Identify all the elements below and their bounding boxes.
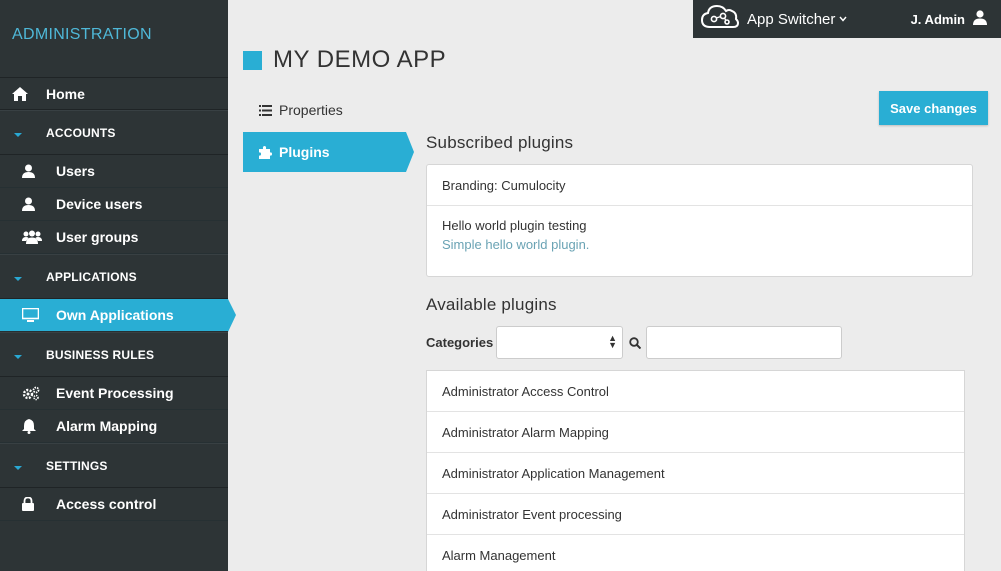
sidebar-brand: ADMINISTRATION: [0, 0, 228, 78]
user-menu[interactable]: J. Admin: [911, 0, 987, 38]
bell-icon: [22, 418, 56, 434]
sidebar-section-label: SETTINGS: [46, 458, 108, 473]
monitor-icon: [12, 308, 56, 322]
categories-select[interactable]: [496, 326, 623, 359]
subscribed-plugins-title: Subscribed plugins: [426, 133, 574, 152]
chevron-down-icon: [14, 459, 46, 473]
cloud-icon: [700, 4, 740, 34]
gears-icon: [22, 386, 56, 401]
topbar: App Switcher J. Admin: [693, 0, 1001, 38]
chevron-down-icon: [14, 270, 46, 284]
sidebar-item-label: User groups: [56, 229, 139, 245]
plugin-name: Branding: Cumulocity: [442, 177, 566, 193]
user-name: J. Admin: [910, 11, 965, 27]
plugin-name: Administrator Application Management: [442, 465, 665, 481]
sidebar-item-label: Home: [46, 85, 85, 102]
plugin-filters: Categories ▲ ▼: [426, 326, 842, 359]
plugin-search-input[interactable]: [646, 326, 842, 359]
list-item[interactable]: Administrator Alarm Mapping: [427, 412, 964, 453]
app-switcher-button[interactable]: App Switcher: [693, 4, 847, 34]
plugin-name: Administrator Access Control: [442, 383, 609, 399]
plugin-name: Administrator Event processing: [442, 506, 622, 522]
plugin-name: Alarm Management: [442, 547, 556, 563]
sidebar-item-label: Own Applications: [56, 307, 174, 323]
sidebar-item-users[interactable]: Users: [0, 155, 228, 188]
sidebar-item-device-users[interactable]: Device users: [0, 188, 228, 221]
sidebar-section-accounts[interactable]: ACCOUNTS: [0, 110, 228, 155]
available-plugins-title: Available plugins: [426, 295, 557, 314]
chevron-down-icon: [839, 16, 847, 22]
user-icon: [22, 197, 56, 211]
app-subnav: Properties Plugins: [243, 90, 414, 172]
plugin-description: Simple hello world plugin.: [442, 237, 590, 252]
sidebar-section-label: ACCOUNTS: [46, 125, 116, 140]
sidebar-item-label: Alarm Mapping: [56, 418, 158, 434]
puzzle-icon: [259, 145, 279, 159]
plugin-name: Administrator Alarm Mapping: [442, 424, 609, 440]
chevron-down-icon: [14, 126, 46, 140]
available-plugins-list: Administrator Access Control Administrat…: [426, 370, 965, 571]
sidebar-section-label: APPLICATIONS: [46, 269, 137, 284]
sidebar-item-event-processing[interactable]: Event Processing: [0, 377, 228, 410]
plugin-name: Hello world plugin testing: [442, 218, 587, 233]
sidebar-section-settings[interactable]: SETTINGS: [0, 443, 228, 488]
list-item[interactable]: Administrator Event processing: [427, 494, 964, 535]
page-title: MY DEMO APP: [243, 46, 446, 74]
page-title-text: MY DEMO APP: [273, 46, 447, 73]
list-icon: [259, 104, 279, 116]
user-icon: [973, 10, 987, 28]
sidebar-item-alarm-mapping[interactable]: Alarm Mapping: [0, 410, 228, 443]
search-icon: [629, 336, 641, 349]
tab-label: Plugins: [279, 144, 330, 160]
title-marker: [243, 50, 262, 70]
list-item[interactable]: Hello world plugin testing Simple hello …: [427, 206, 972, 276]
home-icon: [12, 86, 46, 101]
list-item[interactable]: Branding: Cumulocity: [427, 165, 972, 206]
categories-select-wrapper: ▲ ▼: [496, 326, 623, 359]
subscribed-plugins-list: Branding: Cumulocity Hello world plugin …: [426, 164, 973, 277]
sidebar-section-label: BUSINESS RULES: [46, 347, 155, 362]
list-item[interactable]: Alarm Management: [427, 535, 964, 571]
sidebar-item-label: Users: [56, 163, 95, 179]
list-item[interactable]: Administrator Access Control: [427, 371, 964, 412]
save-changes-button[interactable]: Save changes: [879, 91, 988, 125]
sidebar: ADMINISTRATION Home ACCOUNTS Users Devic…: [0, 0, 236, 571]
categories-label: Categories: [426, 335, 494, 350]
sidebar-item-access-control[interactable]: Access control: [0, 488, 228, 521]
user-icon: [22, 164, 56, 178]
users-group-icon: [22, 230, 56, 244]
tab-label: Properties: [279, 102, 343, 118]
sidebar-section-applications[interactable]: APPLICATIONS: [0, 254, 228, 299]
sidebar-item-label: Device users: [56, 196, 143, 212]
tab-properties[interactable]: Properties: [243, 90, 406, 130]
app-switcher-label: App Switcher: [747, 10, 836, 28]
sidebar-item-label: Event Processing: [56, 385, 174, 401]
tab-plugins[interactable]: Plugins: [243, 132, 414, 172]
sidebar-item-user-groups[interactable]: User groups: [0, 221, 228, 254]
chevron-down-icon: [14, 348, 46, 362]
sidebar-item-own-applications[interactable]: Own Applications: [0, 299, 236, 332]
sidebar-item-home[interactable]: Home: [0, 78, 228, 110]
sidebar-item-label: Access control: [56, 496, 157, 512]
list-item[interactable]: Administrator Application Management: [427, 453, 964, 494]
sidebar-section-business-rules[interactable]: BUSINESS RULES: [0, 332, 228, 377]
lock-icon: [22, 497, 56, 511]
